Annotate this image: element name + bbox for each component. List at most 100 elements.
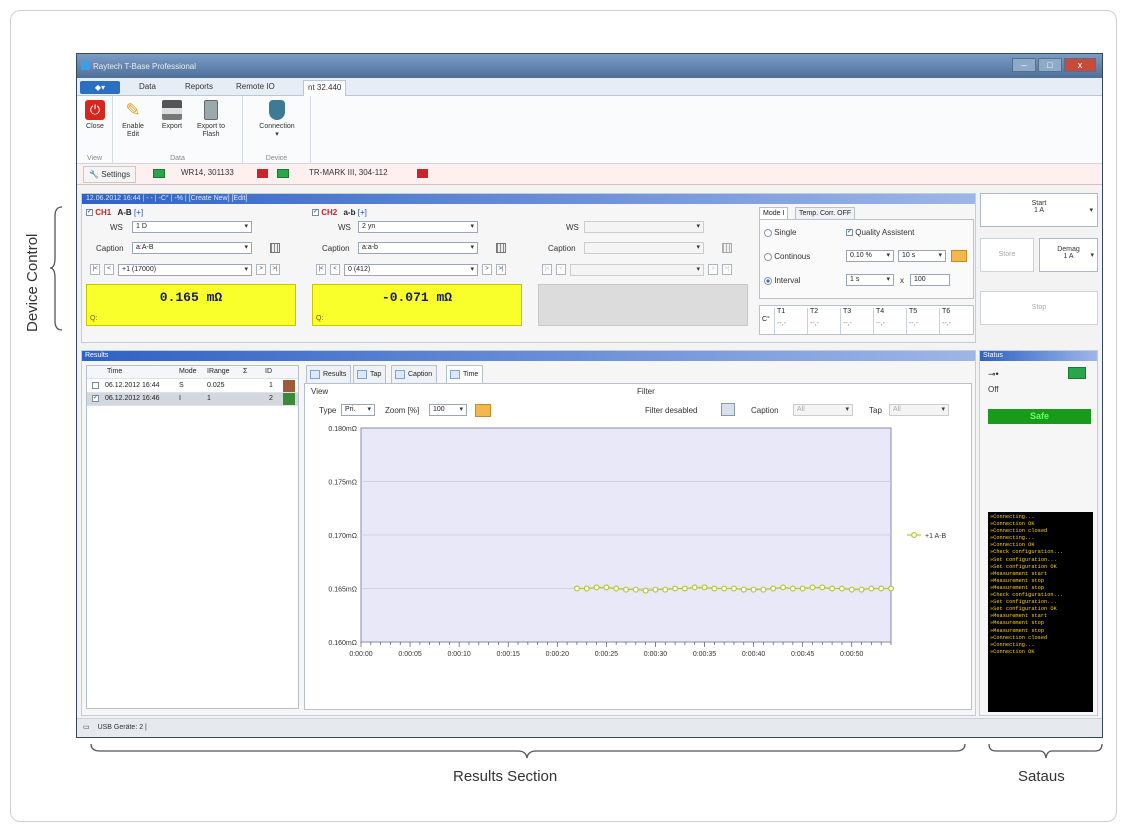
ch3-first-button[interactable]: |< (542, 264, 552, 275)
row-checkbox[interactable] (92, 382, 99, 389)
col-time[interactable]: Time (107, 366, 122, 378)
tab-caption[interactable]: Caption (391, 365, 438, 383)
close-tab-icon[interactable] (417, 169, 428, 178)
tab-data[interactable]: Data (135, 82, 160, 91)
ch2-add[interactable]: [+] (358, 208, 367, 217)
ch3-caption-select[interactable] (584, 242, 704, 254)
ch2-first-button[interactable]: |< (316, 264, 326, 275)
filter-tap-select[interactable]: All (889, 404, 949, 416)
col-sum[interactable]: Σ (243, 366, 247, 378)
export-flash-button[interactable]: Export to Flash (193, 100, 229, 139)
temp-corr-tab[interactable]: Temp. Corr. OFF (795, 207, 856, 219)
table-icon[interactable] (722, 243, 732, 253)
tab-time[interactable]: Time (446, 365, 484, 384)
type-select[interactable]: Pri. (341, 404, 375, 416)
ch2-ws-select[interactable]: 2 yn (358, 221, 478, 233)
close-window-button[interactable]: x (1064, 58, 1096, 72)
mode-tab[interactable]: Mode I (759, 207, 789, 219)
continuous-radio[interactable]: Continous (764, 252, 810, 261)
percent-select[interactable]: 0.10 % (846, 250, 894, 262)
interval-select[interactable]: 1 s (846, 274, 894, 286)
ch3-last-button[interactable]: >| (722, 264, 732, 275)
store-button[interactable]: Store (980, 238, 1034, 272)
app-menu-button[interactable]: ◆▾ (80, 81, 120, 94)
close-tab-icon[interactable] (257, 169, 268, 178)
col-id[interactable]: ID (265, 366, 272, 378)
ch1-prev-button[interactable]: < (104, 264, 114, 275)
start-button[interactable]: Start 1 A ▾ (980, 193, 1098, 227)
export-button[interactable]: Export (159, 100, 185, 131)
tab-reports[interactable]: Reports (181, 82, 217, 91)
table-icon[interactable] (270, 243, 280, 253)
tab-results[interactable]: Results (306, 365, 352, 383)
dropdown-icon: ▾ (1090, 252, 1094, 259)
row-checkbox[interactable]: ✓ (92, 395, 99, 402)
x-tick-label: 0:00:35 (693, 651, 716, 658)
ch3-next-button[interactable]: > (708, 264, 718, 275)
close-button[interactable]: ⏻ Close (81, 100, 109, 131)
interval-radio[interactable]: Interval (764, 276, 800, 285)
log-line: »Measurement start (990, 570, 1048, 577)
legend-label: +1 A-B (925, 533, 947, 540)
ch3-tap-select[interactable] (570, 264, 704, 276)
ch1-checkbox[interactable]: ✓ (86, 209, 93, 217)
ch2-value: -0.071 mΩ (381, 290, 453, 305)
zoom-select[interactable]: 100 (429, 404, 467, 416)
table-icon[interactable] (496, 243, 506, 253)
folder-icon[interactable] (475, 404, 491, 417)
single-radio[interactable]: Single (764, 228, 796, 237)
settings-tab[interactable]: 🔧 Settings (83, 166, 137, 183)
ch2-prev-button[interactable]: < (330, 264, 340, 275)
data-point (701, 584, 708, 591)
ch2-last-button[interactable]: >| (496, 264, 506, 275)
connection-button[interactable]: Connection ▾ (253, 100, 301, 139)
minimize-button[interactable]: – (1012, 58, 1036, 72)
document-tabs: 🔧 Settings WR14, 301133 TR-MARK III, 304… (77, 164, 1102, 185)
tab-remote-io[interactable]: Remote IO (232, 82, 279, 91)
seconds-select[interactable]: 10 s (898, 250, 946, 262)
ch1-caption-select[interactable]: a:A-B (132, 242, 252, 254)
col-mode[interactable]: Mode (179, 366, 197, 378)
ch1-last-button[interactable]: >| (270, 264, 280, 275)
device-tab-2[interactable]: TR-MARK III, 304-112 (309, 168, 388, 177)
log-line: »Check configuration... (990, 549, 1064, 556)
data-point (642, 587, 649, 594)
data-point (868, 585, 875, 592)
device-tab-1[interactable]: WR14, 301133 (181, 168, 234, 177)
ch1-first-button[interactable]: |< (90, 264, 100, 275)
tab-tap[interactable]: Tap (353, 365, 387, 383)
ch3-ws-select[interactable] (584, 221, 704, 233)
results-header: Results (82, 351, 975, 361)
demag-button[interactable]: Demag 1 A ▾ (1039, 238, 1098, 272)
ch3-prev-button[interactable]: < (556, 264, 566, 275)
table-row[interactable]: 06.12.2012 16:44 S 0.025 1 (87, 380, 298, 393)
enable-edit-button[interactable]: ✎ Enable Edit (119, 100, 147, 139)
table-row[interactable]: ✓ 06.12.2012 16:46 I 1 2 (87, 393, 298, 406)
tab-device[interactable]: nt 32.440 (303, 80, 347, 96)
filter-caption-select[interactable]: All (793, 404, 853, 416)
ch2-caption-select[interactable]: a:a-b (358, 242, 478, 254)
ch2-next-button[interactable]: > (482, 264, 492, 275)
ch2-tap-select[interactable]: 0 (412) (344, 264, 478, 276)
folder-icon[interactable] (951, 250, 967, 262)
ch1-next-button[interactable]: > (256, 264, 266, 275)
filter-icon[interactable] (721, 403, 735, 416)
x-tick-label: 0:00:10 (447, 651, 470, 658)
connected-icon[interactable] (1068, 367, 1086, 379)
data-point (878, 585, 885, 592)
ch1-ws-select[interactable]: 1 D (132, 221, 252, 233)
quality-checkbox[interactable]: ✓ Quality Assistent (846, 228, 914, 237)
x-tick-label: 0:00:45 (791, 651, 814, 658)
ch2-checkbox[interactable]: ✓ (312, 209, 319, 217)
maximize-button[interactable]: □ (1038, 58, 1062, 72)
data-point (829, 585, 836, 592)
ch1-add[interactable]: [+] (134, 208, 143, 217)
log-line: »Connection closed (990, 528, 1048, 535)
stop-button[interactable]: Stop (980, 291, 1098, 325)
col-range[interactable]: IRange (207, 366, 230, 378)
temp-unit: C° (762, 316, 770, 323)
data-point (799, 585, 806, 592)
ch1-tap-select[interactable]: +1 (17000) (118, 264, 252, 276)
count-input[interactable]: 100 (910, 274, 950, 286)
y-tick-label: 0.160mΩ (328, 640, 357, 647)
